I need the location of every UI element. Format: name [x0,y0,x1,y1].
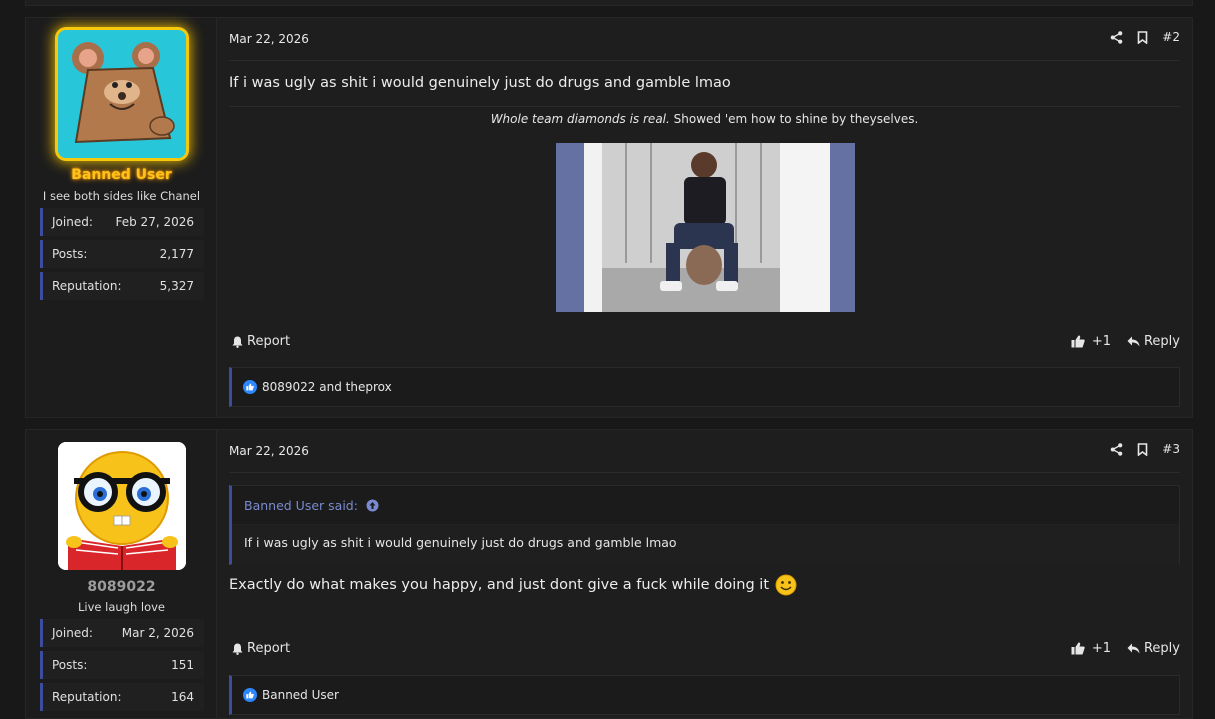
post-3: 8089022 Live laugh love Joined: Mar 2, 20… [25,429,1193,719]
reply-icon [1127,643,1140,654]
post-content: If i was ugly as shit i would genuinely … [229,75,731,91]
like-count: +1 [1091,641,1111,656]
message-cell: Mar 22, 2026 #3 Banned User said: If i w… [229,430,1180,718]
user-title: I see both sides like Chanel [42,189,201,203]
quote-header[interactable]: Banned User said: [232,486,1179,525]
report-button[interactable]: Report [232,334,290,349]
user-cell: 8089022 Live laugh love Joined: Mar 2, 20… [26,430,217,718]
thumbs-up-icon [1071,335,1085,348]
like-button[interactable]: +1 [1071,641,1111,656]
avatar[interactable] [58,30,186,158]
previous-post-edge [25,0,1193,6]
like-button[interactable]: +1 [1071,334,1111,349]
stat-label: Posts: [52,247,88,261]
stat-value: 151 [171,658,194,672]
report-label: Report [247,641,291,656]
stat-joined: Joined: Feb 27, 2026 [40,208,204,236]
reply-button[interactable]: Reply [1127,641,1180,656]
post-content: Exactly do what makes you happy, and jus… [229,577,770,593]
post-number[interactable]: #2 [1162,30,1180,44]
report-label: Report [247,334,291,349]
reactions-users[interactable]: Banned User [262,688,339,702]
bookmark-icon[interactable] [1137,442,1148,456]
post-footer-actions: +1 Reply [1071,334,1180,349]
like-reaction-icon [243,380,257,394]
post-date[interactable]: Mar 22, 2026 [229,32,309,46]
stat-label: Reputation: [52,279,122,293]
bell-icon [232,336,243,348]
post-actions-top: #2 [1110,30,1180,44]
username[interactable]: Banned User [26,167,217,183]
stat-label: Reputation: [52,690,122,704]
user-stats: Joined: Feb 27, 2026 Posts: 2,177 Reputati… [40,208,204,304]
stat-joined: Joined: Mar 2, 2026 [40,619,204,647]
reactions-bar[interactable]: Banned User [229,675,1180,715]
reply-label: Reply [1143,334,1180,349]
smiley-emoji [775,574,797,596]
post-2: Banned User I see both sides like Chanel… [25,17,1193,418]
quote-text: If i was ugly as shit i would genuinely … [232,525,1179,566]
thumbs-up-icon [1071,642,1085,655]
reactions-users[interactable]: 8089022 and theprox [262,380,392,394]
stat-value: 2,177 [159,247,194,261]
signature-photo [556,143,855,312]
user-title: Live laugh love [77,600,166,614]
like-reaction-icon [243,688,257,702]
signature-text: Whole team diamonds is real. Showed 'em … [229,112,1180,126]
post-content-wrap: Exactly do what makes you happy, and jus… [229,574,797,596]
like-count: +1 [1091,334,1111,349]
reactions-bar[interactable]: 8089022 and theprox [229,367,1180,407]
share-icon[interactable] [1110,442,1123,456]
stat-reputation: Reputation: 164 [40,683,204,711]
stat-posts: Posts: 2,177 [40,240,204,268]
stat-reputation: Reputation: 5,327 [40,272,204,300]
stat-label: Posts: [52,658,88,672]
reply-label: Reply [1143,641,1180,656]
post-footer: Report +1 Reply [229,334,1180,349]
reply-icon [1127,336,1140,347]
message-cell: Mar 22, 2026 #2 If i was ugly as shit i … [229,18,1180,417]
stat-value: 5,327 [159,279,194,293]
reply-button[interactable]: Reply [1127,334,1180,349]
username[interactable]: 8089022 [26,579,217,595]
signature-divider [229,106,1180,107]
blockquote: Banned User said: If i was ugly as shit … [229,485,1180,566]
report-button[interactable]: Report [232,641,290,656]
post-date[interactable]: Mar 22, 2026 [229,444,309,458]
divider [229,472,1180,473]
signature-italic: Whole team diamonds is real. [490,112,670,126]
stat-label: Joined: [52,626,93,640]
post-footer: Report +1 Reply [229,641,1180,656]
quote-author[interactable]: Banned User said: [244,498,358,513]
avatar[interactable] [58,442,186,570]
user-stats: Joined: Mar 2, 2026 Posts: 151 Reputation:… [40,619,204,715]
mouse-cartoon-avatar-image [58,30,186,158]
stat-label: Joined: [52,215,93,229]
bell-icon [232,643,243,655]
post-actions-top: #3 [1110,442,1180,456]
stat-value: Mar 2, 2026 [121,626,194,640]
share-icon[interactable] [1110,30,1123,44]
signature-image [556,143,855,312]
bookmark-icon[interactable] [1137,30,1148,44]
user-cell: Banned User I see both sides like Chanel… [26,18,217,417]
stat-value: Feb 27, 2026 [115,215,195,229]
divider [229,60,1180,61]
post-footer-actions: +1 Reply [1071,641,1180,656]
arrow-up-circle-icon[interactable] [366,499,379,512]
signature-rest: Showed 'em how to shine by theyselves. [669,112,919,126]
post-number[interactable]: #3 [1162,442,1180,456]
nerd-emoji-reading-avatar-image [58,442,186,570]
stat-value: 164 [171,690,194,704]
stat-posts: Posts: 151 [40,651,204,679]
